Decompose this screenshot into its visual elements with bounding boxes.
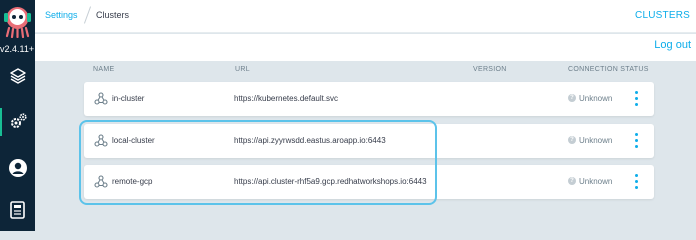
row-menu-button[interactable] [631, 132, 643, 150]
table-row[interactable]: in-cluster https://kubernetes.default.sv… [84, 82, 654, 116]
column-header-connection-status: CONNECTION STATUS [568, 66, 649, 73]
cluster-url: https://api.cluster-rhf5a9.gcp.redhatwor… [234, 177, 427, 186]
status-question-icon: ? [568, 136, 576, 144]
connection-status: Unknown [579, 136, 613, 145]
breadcrumb-separator [83, 6, 92, 24]
row-menu-button[interactable] [631, 173, 643, 191]
sidebar-item-docs[interactable] [0, 192, 35, 228]
cluster-icon [94, 134, 108, 147]
column-header-version: VERSION [473, 66, 507, 73]
cluster-url: https://kubernetes.default.svc [234, 94, 339, 103]
docs-icon [9, 201, 25, 219]
column-header-name: NAME [93, 66, 115, 73]
breadcrumb-clusters: Clusters [96, 10, 130, 20]
connection-status: Unknown [579, 177, 613, 186]
sidebar-item-settings[interactable] [0, 104, 35, 140]
column-header-url: URL [235, 66, 250, 73]
user-icon [8, 159, 27, 177]
breadcrumb-settings[interactable]: Settings [45, 10, 78, 20]
toolbar: Log out [35, 34, 696, 61]
connection-status: Unknown [579, 94, 613, 103]
table-header: NAME URL VERSION CONNECTION STATUS [0, 66, 696, 78]
logout-button[interactable]: Log out [654, 39, 691, 51]
top-bar: Settings Clusters CLUSTERS [35, 0, 696, 33]
cluster-icon [94, 92, 108, 105]
cluster-url: https://api.zyyrwsdd.eastus.aroapp.io:64… [234, 136, 386, 145]
sidebar-item-user-info[interactable] [0, 150, 35, 186]
table-row[interactable]: local-cluster https://api.zyyrwsdd.eastu… [84, 124, 654, 158]
argo-logo-icon[interactable] [2, 4, 33, 38]
gear-icon [10, 113, 27, 128]
cluster-name: in-cluster [112, 94, 145, 103]
table-row[interactable]: remote-gcp https://api.cluster-rhf5a9.gc… [84, 165, 654, 199]
cluster-name: local-cluster [112, 136, 155, 145]
cluster-icon [94, 175, 108, 188]
version-label: v2.4.11+ [0, 44, 35, 54]
sidebar: v2.4.11+ [0, 0, 35, 231]
row-menu-button[interactable] [631, 90, 643, 108]
status-question-icon: ? [568, 177, 576, 185]
page-title: CLUSTERS [635, 10, 690, 21]
cluster-name: remote-gcp [112, 177, 153, 186]
status-question-icon: ? [568, 94, 576, 102]
